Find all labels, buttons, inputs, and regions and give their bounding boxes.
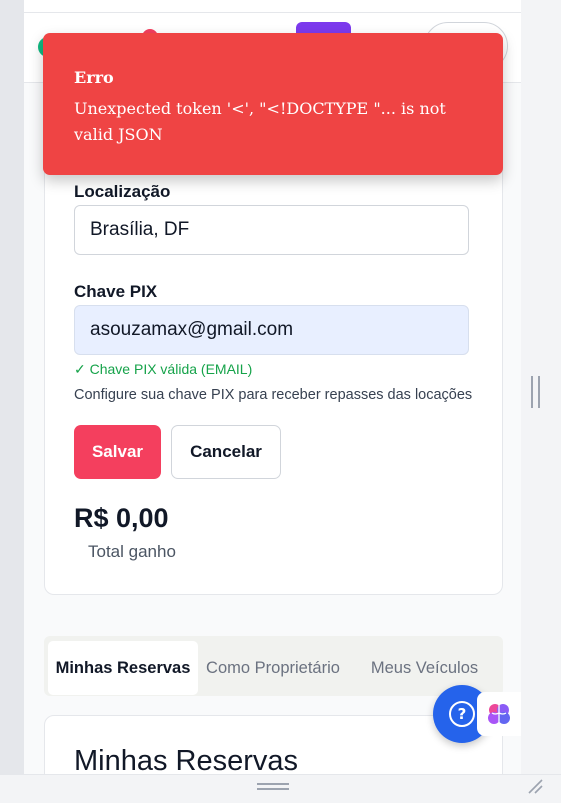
error-toast-message: Unexpected token '<', "<!DOCTYPE "... is…: [74, 99, 446, 144]
window-right-edge: [521, 0, 561, 803]
pix-label: Chave PIX: [74, 282, 158, 301]
window-left-edge: [0, 0, 24, 803]
bottom-panel-resize-handle[interactable]: [257, 783, 289, 790]
help-icon: ?: [449, 701, 475, 727]
ai-assistant-button[interactable]: [477, 692, 521, 736]
pix-input[interactable]: asouzamax@gmail.com: [74, 305, 469, 355]
pix-help-text: Configure sua chave PIX para receber rep…: [74, 387, 473, 403]
total-earned-value: R$ 0,00: [74, 503, 169, 533]
location-label: Localização: [74, 182, 171, 201]
brain-icon: [488, 704, 510, 724]
error-toast[interactable]: Erro Unexpected token '<', "<!DOCTYPE ".…: [43, 33, 503, 175]
reservations-title: Minhas Reservas: [74, 745, 299, 774]
location-input-value: Brasília, DF: [90, 219, 190, 240]
tab-minhas-reservas[interactable]: Minhas Reservas: [48, 641, 198, 695]
tabs-bar: Minhas Reservas Como Proprietário Meus V…: [44, 636, 503, 696]
save-button[interactable]: Salvar: [74, 425, 161, 479]
cancel-button[interactable]: Cancelar: [171, 425, 281, 479]
pix-input-value: asouzamax@gmail.com: [90, 319, 294, 340]
tab-como-proprietario[interactable]: Como Proprietário: [198, 641, 348, 695]
total-earned-label: Total ganho: [88, 542, 176, 561]
pix-valid-message: ✓ Chave PIX válida (EMAIL): [74, 361, 253, 377]
location-input[interactable]: Brasília, DF: [74, 205, 469, 255]
error-toast-title: Erro: [74, 68, 114, 87]
resize-grip-icon[interactable]: [525, 776, 545, 796]
side-panel-resize-handle[interactable]: [531, 376, 540, 408]
